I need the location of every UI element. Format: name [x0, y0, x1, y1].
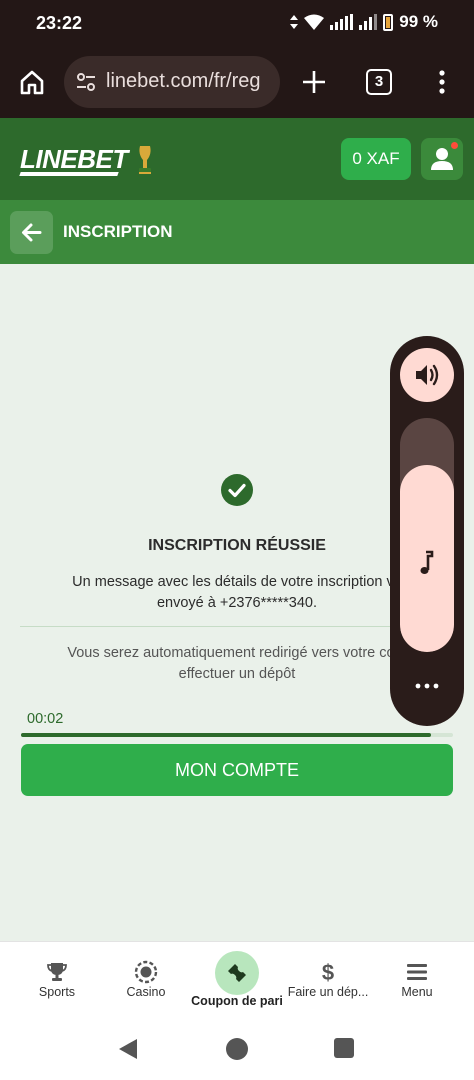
- menu-icon: [407, 964, 427, 980]
- nav-item-menu[interactable]: Menu: [376, 942, 458, 1018]
- balance-button[interactable]: 0 XAF: [341, 138, 411, 180]
- bottom-nav: Sports Casino Coupon de pari $ Faire un …: [0, 941, 474, 1017]
- volume-slider[interactable]: [400, 418, 454, 652]
- redirect-progress-fill: [21, 733, 432, 737]
- world-cup-trophy-icon: [139, 146, 151, 174]
- status-time: 23:22: [36, 13, 83, 33]
- page-title: INSCRIPTION: [63, 222, 173, 241]
- nav-item-bet-slip[interactable]: Coupon de pari: [186, 942, 288, 1018]
- ticket-icon: [228, 964, 246, 982]
- home-icon[interactable]: [18, 68, 46, 96]
- volume-panel: [390, 336, 464, 726]
- nav-item-deposit[interactable]: $ Faire un dép...: [284, 942, 372, 1018]
- success-message-line-2: envoyé à +2376*****340.: [156, 595, 318, 611]
- browser-toolbar: linebet.com/fr/reg 3: [0, 46, 474, 118]
- wifi-icon: [304, 14, 325, 30]
- more-horiz-icon[interactable]: [412, 680, 442, 692]
- app-header: LINEBET 0 XAF: [0, 118, 474, 200]
- system-back-icon[interactable]: [117, 1037, 139, 1061]
- casino-chip-icon: [134, 960, 158, 984]
- redirect-progress-bar: [21, 733, 453, 737]
- nav-item-casino[interactable]: Casino: [103, 942, 189, 1018]
- nav-label: Faire un dép...: [287, 985, 369, 999]
- trophy-icon: [47, 963, 67, 981]
- url-text: linebet.com/fr/reg: [106, 70, 261, 92]
- status-icons: 99 %: [290, 12, 438, 32]
- address-bar[interactable]: linebet.com/fr/reg: [64, 56, 280, 108]
- profile-button[interactable]: [421, 138, 463, 180]
- linebet-logo[interactable]: LINEBET: [20, 144, 128, 175]
- system-home-icon[interactable]: [226, 1038, 248, 1060]
- volume-mute-button[interactable]: [400, 348, 454, 402]
- system-recents-icon[interactable]: [334, 1038, 354, 1058]
- more-vert-icon[interactable]: [432, 68, 452, 96]
- speaker-icon: [416, 364, 439, 386]
- signal-icon: [330, 14, 354, 30]
- nav-label: Sports: [38, 985, 76, 999]
- nav-item-sports[interactable]: Sports: [14, 942, 100, 1018]
- divider: [20, 626, 454, 627]
- logo-underline: [19, 172, 119, 176]
- nav-label: Coupon de pari: [191, 994, 283, 1008]
- svg-text:$: $: [322, 960, 334, 984]
- music-note-icon: [420, 550, 434, 574]
- data-arrows-icon: [290, 15, 299, 29]
- countdown-timer: 00:02: [27, 711, 64, 727]
- dollar-icon: $: [322, 960, 334, 984]
- battery-icon: [383, 13, 394, 31]
- nav-label: Menu: [401, 985, 433, 999]
- success-message-line-1: Un message avec les détails de votre ins…: [72, 574, 402, 590]
- tab-switcher-button[interactable]: 3: [366, 69, 392, 95]
- signal-icon-2: [359, 14, 378, 30]
- status-bar: 23:22 99 %: [0, 0, 474, 46]
- back-button[interactable]: [10, 211, 53, 254]
- page-title-bar: INSCRIPTION: [0, 200, 474, 264]
- success-message: Un message avec les détails de votre ins…: [24, 572, 450, 614]
- notification-dot: [451, 142, 458, 149]
- nav-label: Casino: [126, 985, 166, 999]
- system-nav-bar: [0, 1017, 474, 1080]
- new-tab-icon[interactable]: [300, 68, 328, 96]
- battery-percent: 99 %: [399, 12, 438, 31]
- arrow-left-icon: [22, 223, 42, 242]
- site-settings-icon[interactable]: [76, 72, 96, 92]
- my-account-button[interactable]: MON COMPTE: [21, 744, 453, 796]
- check-circle-icon: [221, 474, 253, 506]
